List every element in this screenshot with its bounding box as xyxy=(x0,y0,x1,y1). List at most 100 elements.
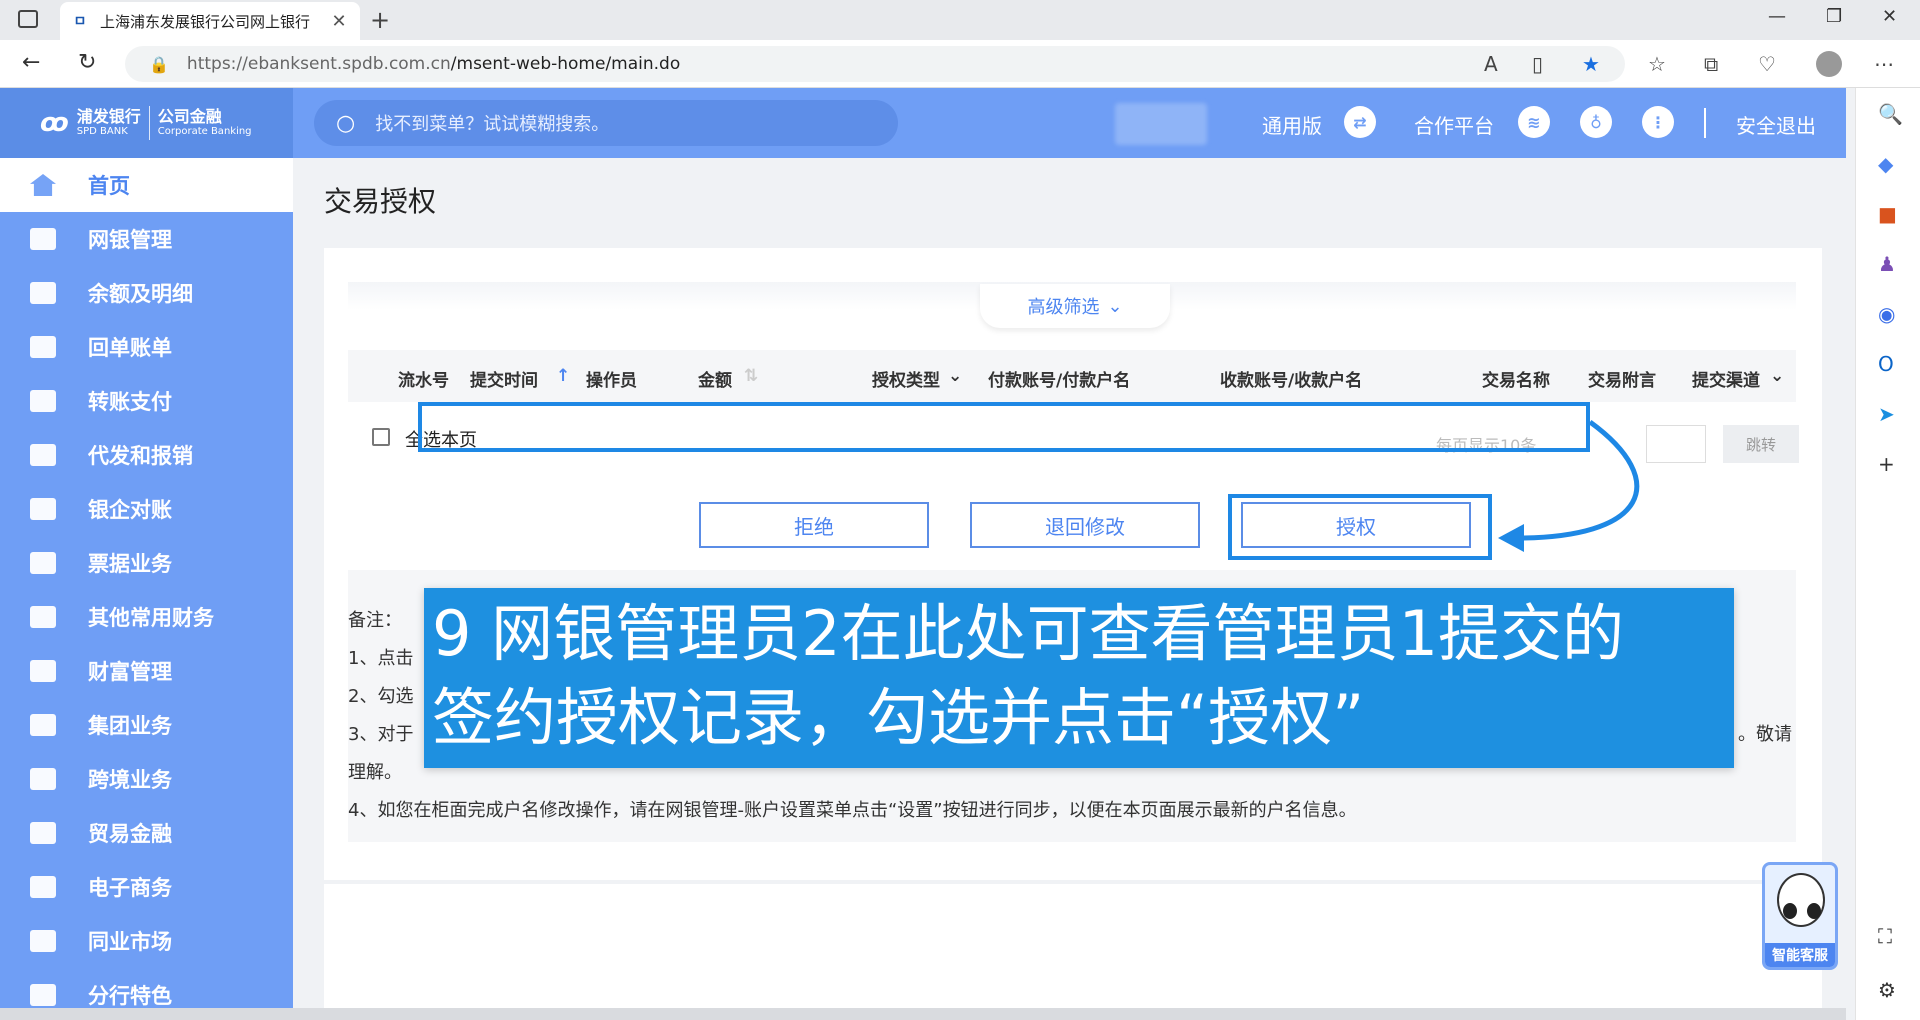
brand-sub-en: Corporate Banking xyxy=(157,126,252,137)
note-line-2: 2、勾选 xyxy=(348,686,414,707)
sidebar-item-ebank-admin[interactable]: 网银管理 xyxy=(0,212,293,266)
close-tab-icon[interactable]: ✕ xyxy=(328,11,350,32)
reject-button[interactable]: 拒绝 xyxy=(699,502,929,548)
sidebar-item-reconcile[interactable]: 银企对账 xyxy=(0,482,293,536)
note-line-3: 3、对于 xyxy=(348,724,414,745)
performance-icon[interactable]: ♡ xyxy=(1758,52,1776,76)
sidebar-item-bills[interactable]: 票据业务 xyxy=(0,536,293,590)
advanced-filter-label: 高级筛选 xyxy=(1027,297,1100,318)
new-tab-icon[interactable]: + xyxy=(370,6,390,34)
col-operator[interactable]: 操作员 xyxy=(586,366,637,391)
branch-icon xyxy=(30,984,56,1006)
trade-icon xyxy=(30,822,56,844)
sidebar-item-crossborder[interactable]: 跨境业务 xyxy=(0,752,293,806)
sort-asc-icon[interactable]: ↑ xyxy=(556,366,570,386)
reload-icon[interactable]: ↻ xyxy=(78,50,96,75)
col-channel[interactable]: 提交渠道 xyxy=(1692,366,1760,391)
col-memo[interactable]: 交易附言 xyxy=(1588,366,1656,391)
sidebar-item-trade[interactable]: 贸易金融 xyxy=(0,806,293,860)
layers-icon[interactable]: ≋ xyxy=(1518,106,1550,138)
close-window-icon[interactable]: ✕ xyxy=(1882,6,1897,27)
chevron-down-icon[interactable]: ⌄ xyxy=(948,366,962,386)
lightbulb-icon[interactable]: ♁ xyxy=(1580,106,1612,138)
edge-sidebar: 🔍 ◆ ■ ♟ ◉ O ➤ + ⛶ ⚙ xyxy=(1855,88,1920,1020)
favorites-icon[interactable]: ☆ xyxy=(1648,52,1666,76)
panda-eye-icon xyxy=(1783,903,1797,919)
sidebar-toggle-icon[interactable] xyxy=(18,10,38,28)
sort-icon[interactable]: ⇅ xyxy=(744,366,758,386)
general-version-link[interactable]: 通用版 xyxy=(1262,110,1322,139)
sidebar-item-label: 集团业务 xyxy=(88,714,172,738)
note-line-4: 4、如您在柜面完成户名修改操作，请在网银管理-账户设置菜单点击“设置”按钮进行同… xyxy=(348,800,1357,821)
partner-platform-link[interactable]: 合作平台 xyxy=(1414,110,1494,139)
tag-icon[interactable]: ◆ xyxy=(1878,152,1893,176)
jump-button[interactable]: 跳转 xyxy=(1723,425,1799,463)
sidebar-item-home[interactable]: 首页 xyxy=(0,158,293,212)
profile-avatar[interactable] xyxy=(1816,51,1842,77)
transfer-icon xyxy=(30,390,56,412)
screenshot-icon[interactable]: ⛶ xyxy=(1878,924,1892,948)
browser-tab[interactable]: ㅁ 上海浦东发展银行公司网上银行 ✕ xyxy=(60,2,360,40)
split-screen-icon[interactable]: ▯ xyxy=(1532,52,1543,76)
sidebar-item-wealth[interactable]: 财富管理 xyxy=(0,644,293,698)
more-menu-icon[interactable]: ⋯ xyxy=(1874,52,1894,76)
col-auth-type[interactable]: 授权类型 xyxy=(872,366,940,391)
callout-line-2: 签约授权记录，勾选并点击“授权” xyxy=(432,681,1365,754)
back-icon[interactable]: ← xyxy=(22,50,40,75)
games-icon[interactable]: ♟ xyxy=(1878,252,1896,276)
copilot-icon[interactable]: ◉ xyxy=(1878,302,1895,326)
add-icon[interactable]: + xyxy=(1878,452,1895,476)
collections-icon[interactable]: ⧉ xyxy=(1704,52,1718,76)
annotation-arrow xyxy=(1498,419,1640,552)
tab-title: 上海浦东发展银行公司网上银行 xyxy=(100,12,311,31)
grid-icon xyxy=(30,606,56,628)
toolbox-icon[interactable]: ■ xyxy=(1878,202,1897,226)
restore-icon[interactable]: ❐ xyxy=(1826,6,1842,27)
col-trans-name[interactable]: 交易名称 xyxy=(1482,366,1550,391)
return-modify-button[interactable]: 退回修改 xyxy=(970,502,1200,548)
send-icon[interactable]: ➤ xyxy=(1878,402,1895,426)
sidebar-item-label: 电子商务 xyxy=(88,876,172,900)
sidebar-item-balance[interactable]: 余额及明细 xyxy=(0,266,293,320)
receipt-icon xyxy=(30,336,56,358)
sidebar-item-receipts[interactable]: 回单账单 xyxy=(0,320,293,374)
sidebar-item-label: 网银管理 xyxy=(88,228,172,252)
crossborder-icon xyxy=(30,768,56,790)
sidebar-item-ecommerce[interactable]: 电子商务 xyxy=(0,860,293,914)
horizontal-scrollbar[interactable] xyxy=(0,1008,1846,1020)
sidebar-item-other-finance[interactable]: 其他常用财务 xyxy=(0,590,293,644)
col-payee[interactable]: 收款账号/收款户名 xyxy=(1220,366,1362,391)
spdb-favicon-icon: ㅁ xyxy=(73,14,87,30)
minimize-icon[interactable]: — xyxy=(1768,6,1786,27)
sidebar-item-payroll[interactable]: 代发和报销 xyxy=(0,428,293,482)
sidebar-item-interbank[interactable]: 同业市场 xyxy=(0,914,293,968)
logout-link[interactable]: 安全退出 xyxy=(1736,110,1816,139)
settings-gear-icon[interactable]: ⚙ xyxy=(1878,978,1896,1002)
favorite-star-icon[interactable]: ★ xyxy=(1582,52,1600,76)
col-payer[interactable]: 付款账号/付款户名 xyxy=(988,366,1130,391)
table-header: 流水号 提交时间 ↑ 操作员 金额 ⇅ 授权类型 ⌄ 付款账号/付款户名 收款账… xyxy=(348,350,1796,402)
smart-assistant-button[interactable]: 智能客服 xyxy=(1762,862,1838,970)
home-icon xyxy=(30,174,56,196)
menu-search-input[interactable]: ○ 找不到菜单？试试模糊搜索。 xyxy=(314,100,898,146)
read-aloud-icon[interactable]: A xyxy=(1484,52,1498,76)
url-path: /msent-web-home/main.do xyxy=(450,54,681,74)
col-serial[interactable]: 流水号 xyxy=(398,366,449,391)
outlook-icon[interactable]: O xyxy=(1878,352,1894,376)
url-field[interactable]: 🔒 https://ebanksent.spdb.com.cn/msent-we… xyxy=(125,46,1625,82)
chevron-down-icon[interactable]: ⌄ xyxy=(1770,366,1784,386)
double-chevron-down-icon: ⌄ xyxy=(1107,295,1123,317)
sidebar-item-transfer[interactable]: 转账支付 xyxy=(0,374,293,428)
cart-icon xyxy=(30,876,56,898)
switch-icon[interactable]: ⇄ xyxy=(1344,106,1376,138)
url-host: https://ebanksent.spdb.com.cn xyxy=(186,54,451,74)
select-all-checkbox[interactable] xyxy=(372,428,390,446)
advanced-filter-toggle[interactable]: 高级筛选 ⌄ xyxy=(980,284,1170,328)
bank-logo[interactable]: ꝏ 浦发银行 SPD BANK 公司金融 Corporate Banking xyxy=(0,88,293,158)
search-icon[interactable]: 🔍 xyxy=(1878,102,1903,126)
more-vertical-icon[interactable]: ⋮ xyxy=(1642,106,1674,138)
col-amount[interactable]: 金额 xyxy=(698,366,732,391)
lower-panel xyxy=(324,884,1822,1020)
sidebar-item-group[interactable]: 集团业务 xyxy=(0,698,293,752)
col-submit-time[interactable]: 提交时间 xyxy=(470,366,538,391)
